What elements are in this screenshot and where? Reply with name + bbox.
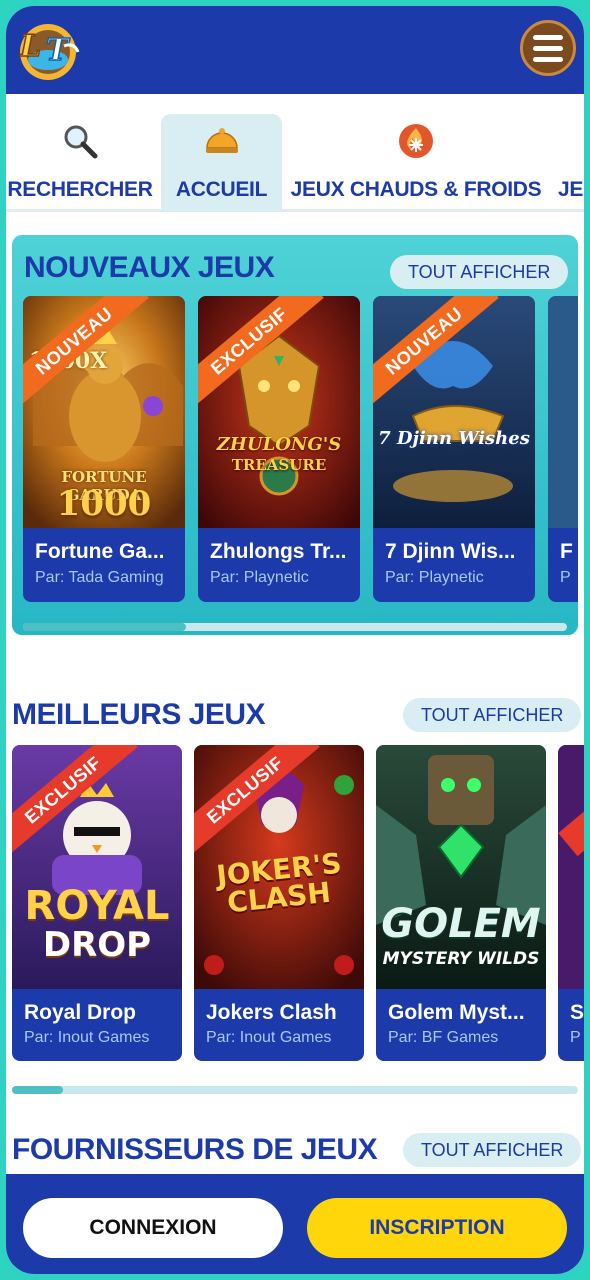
- fire-snow-icon: [399, 124, 433, 158]
- game-name: Fortune Ga...: [35, 540, 165, 563]
- svg-text:T: T: [46, 33, 71, 68]
- carousel-scrollbar[interactable]: [12, 1086, 578, 1094]
- screen: L T RECHERCHER ACCUEIL JEUX CHAUDS & FRO…: [6, 6, 584, 1274]
- game-thumbnail: ZHULONG'S TREASURE EXCLUSIF: [198, 296, 360, 528]
- art-subtitle: 1000: [56, 484, 152, 524]
- game-thumbnail: 7 Djinn Wishes NOUVEAU: [373, 296, 535, 528]
- login-button[interactable]: CONNEXION: [23, 1198, 283, 1258]
- art-title: 7 Djinn Wishes: [378, 428, 530, 449]
- art-subtitle: MYSTERY WILDS: [382, 949, 540, 969]
- art-title: ZHULONG'S: [216, 434, 342, 455]
- game-name: Jokers Clash: [206, 1001, 337, 1024]
- game-card[interactable]: JOKER'S CLASH EXCLUSIF Jokers Clash Par:…: [194, 745, 364, 1061]
- game-name: 7 Djinn Wis...: [385, 540, 516, 563]
- ribbon-badge: E: [558, 745, 584, 857]
- scrollbar-thumb[interactable]: [12, 1086, 63, 1094]
- brand-logo[interactable]: L T: [12, 16, 84, 84]
- hamburger-menu-icon[interactable]: [520, 20, 576, 76]
- tab-rechercher[interactable]: RECHERCHER: [7, 114, 153, 212]
- see-all-button[interactable]: TOUT AFFICHER: [403, 1133, 582, 1167]
- game-name: Golem Myst...: [388, 1001, 525, 1024]
- game-card[interactable]: 1000X FORTUNE GARUDA 1000 NOUVEAU Fortun…: [23, 296, 185, 602]
- game-thumbnail: ROYAL DROP EXCLUSIF: [12, 745, 182, 989]
- art-title: ROYAL: [24, 883, 170, 929]
- game-provider: Par: BF Games: [388, 1029, 499, 1046]
- game-provider: Par: Playnetic: [385, 569, 484, 586]
- game-provider: Par: Inout Games: [24, 1029, 150, 1046]
- tab-label: RECHERCHER: [7, 178, 153, 201]
- top-header: L T: [6, 6, 584, 94]
- art-subtitle: DROP: [42, 925, 152, 965]
- game-name: F: [560, 540, 573, 563]
- game-name: Royal Drop: [24, 1001, 137, 1024]
- tab-accueil[interactable]: ACCUEIL: [161, 114, 282, 212]
- game-provider: Par: Inout Games: [206, 1029, 332, 1046]
- new-games-section: NOUVEAUX JEUX TOUT AFFICHER 1000X FORTUN…: [12, 235, 578, 635]
- game-provider: Par: Tada Gaming: [35, 569, 164, 586]
- tab-jeux-chauds-froids[interactable]: JEUX CHAUDS & FROIDS: [290, 114, 542, 212]
- game-name: Zhulongs Tr...: [210, 540, 347, 563]
- tab-label: JEUX CHAUDS & FROIDS: [290, 178, 542, 201]
- game-card[interactable]: GOLEM MYSTERY WILDS Golem Myst... Par: B…: [376, 745, 546, 1061]
- game-thumbnail: 1000X FORTUNE GARUDA 1000 NOUVEAU: [23, 296, 185, 528]
- tab-partial[interactable]: JE: [558, 114, 584, 212]
- magnifier-icon: [64, 125, 98, 159]
- section-title: FOURNISSEURS DE JEUX: [12, 1133, 378, 1166]
- game-provider: P: [560, 569, 571, 586]
- cloche-icon: [205, 128, 238, 153]
- game-provider: P: [570, 1029, 581, 1046]
- device-frame: L T RECHERCHER ACCUEIL JEUX CHAUDS & FRO…: [0, 0, 590, 1280]
- game-card[interactable]: F P: [548, 296, 578, 602]
- game-card[interactable]: E S P: [558, 745, 584, 1061]
- game-provider: Par: Playnetic: [210, 569, 309, 586]
- tab-label: ACCUEIL: [175, 178, 268, 201]
- art-subtitle: TREASURE: [231, 456, 327, 474]
- carousel-scrollbar[interactable]: [23, 623, 567, 631]
- see-all-button[interactable]: TOUT AFFICHER: [403, 698, 582, 732]
- game-thumbnail: GOLEM MYSTERY WILDS: [376, 745, 546, 989]
- signup-button[interactable]: INSCRIPTION: [307, 1198, 567, 1258]
- bottom-auth-bar: CONNEXION INSCRIPTION: [6, 1174, 584, 1274]
- game-name: S: [570, 1001, 584, 1024]
- game-thumbnail: E: [558, 745, 584, 989]
- see-all-button[interactable]: TOUT AFFICHER: [390, 255, 569, 289]
- svg-text:L: L: [19, 29, 41, 64]
- game-card[interactable]: 7 Djinn Wishes NOUVEAU 7 Djinn Wis... Pa…: [373, 296, 535, 602]
- game-card[interactable]: ZHULONG'S TREASURE EXCLUSIF Zhulongs Tr.…: [198, 296, 360, 602]
- section-title: NOUVEAUX JEUX: [24, 251, 275, 284]
- game-thumbnail: [548, 296, 578, 528]
- game-thumbnail: JOKER'S CLASH EXCLUSIF: [194, 745, 364, 989]
- category-tabs: RECHERCHER ACCUEIL JEUX CHAUDS & FROIDS …: [6, 94, 584, 212]
- game-card[interactable]: ROYAL DROP EXCLUSIF Royal Drop Par: Inou…: [12, 745, 182, 1061]
- tab-label: JE: [558, 178, 584, 201]
- art-title: GOLEM: [381, 901, 541, 947]
- section-title: MEILLEURS JEUX: [12, 698, 266, 731]
- scrollbar-thumb[interactable]: [23, 623, 187, 631]
